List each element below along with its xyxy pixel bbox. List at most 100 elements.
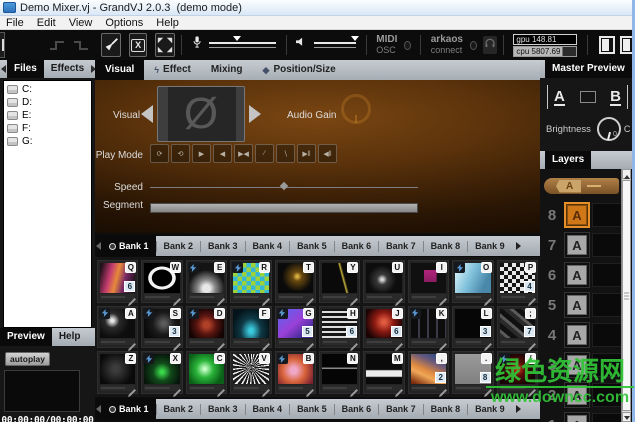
- edge-toggle-button[interactable]: [0, 32, 5, 58]
- ramp-up-button[interactable]: ∕: [255, 144, 274, 163]
- layer-slot[interactable]: [592, 383, 622, 407]
- clear-button[interactable]: X: [129, 33, 147, 57]
- layer-crossfader-button[interactable]: A: [564, 262, 590, 288]
- edit-pencil-icon[interactable]: [217, 384, 225, 392]
- bank-tab-2[interactable]: Bank 2: [157, 236, 201, 256]
- clip-cell-/[interactable]: /: [497, 351, 538, 394]
- edit-pencil-icon[interactable]: [173, 384, 181, 392]
- edit-pencil-icon[interactable]: [262, 293, 270, 301]
- scroll-up-button[interactable]: [622, 169, 631, 179]
- clip-cell-A[interactable]: A: [97, 306, 138, 349]
- edit-pencil-icon[interactable]: [306, 293, 314, 301]
- output-display-a-button[interactable]: [599, 36, 614, 54]
- clip-cell-C[interactable]: C: [186, 351, 227, 394]
- drive-item-c[interactable]: C:: [4, 83, 91, 96]
- edit-pencil-icon[interactable]: [350, 293, 358, 301]
- clip-cell-F[interactable]: F: [230, 306, 271, 349]
- edit-pencil-icon[interactable]: [484, 293, 492, 301]
- clip-cell-E[interactable]: E: [186, 260, 227, 303]
- tab-help[interactable]: Help: [52, 328, 88, 346]
- mic-volume-slider[interactable]: [209, 37, 275, 53]
- visual-thumbnail[interactable]: Ø: [157, 86, 245, 142]
- clip-cell-G[interactable]: G5: [275, 306, 316, 349]
- tab-effects[interactable]: Effects: [44, 60, 91, 78]
- layer-slot[interactable]: [592, 353, 622, 377]
- play-pause-forward-button[interactable]: ▶‖: [297, 144, 316, 163]
- layer-crossfader-button[interactable]: A: [564, 232, 590, 258]
- edit-pencil-icon[interactable]: [528, 293, 536, 301]
- layer-slot[interactable]: [592, 263, 622, 287]
- layers-scrollbar[interactable]: [621, 169, 631, 422]
- ping-pong-button[interactable]: ▶◀: [234, 144, 253, 163]
- layer-crossfader-button[interactable]: A: [564, 352, 590, 378]
- tab-master-preview[interactable]: Master Preview: [545, 60, 632, 78]
- layer-slot[interactable]: [592, 233, 622, 257]
- bank-tab-8[interactable]: Bank 8: [424, 236, 468, 256]
- selected-layer-bar[interactable]: A: [544, 178, 619, 194]
- edit-pencil-icon[interactable]: [484, 384, 492, 392]
- drive-item-f[interactable]: F:: [4, 122, 91, 135]
- clip-cell-T[interactable]: T: [275, 260, 316, 303]
- layer-crossfader-button[interactable]: A: [564, 202, 590, 228]
- menu-help[interactable]: Help: [156, 17, 179, 29]
- master-volume-slider[interactable]: [314, 37, 356, 53]
- loop-backward-button[interactable]: ⟲: [171, 144, 190, 163]
- clip-cell-.[interactable]: .8: [452, 351, 493, 394]
- clip-cell-D[interactable]: D: [186, 306, 227, 349]
- layer-slot[interactable]: [592, 323, 622, 347]
- ramp-down-button[interactable]: ∖: [276, 144, 295, 163]
- bank-tab-5[interactable]: Bank 5: [290, 236, 334, 256]
- bank-tab-3[interactable]: Bank 3: [201, 399, 245, 419]
- clip-cell-N[interactable]: N: [319, 351, 360, 394]
- layer-slot[interactable]: [592, 203, 622, 227]
- bank-tab-9[interactable]: Bank 9: [468, 399, 512, 419]
- menu-options[interactable]: Options: [105, 17, 143, 29]
- segment-bar[interactable]: [150, 203, 418, 213]
- edit-pencil-icon[interactable]: [128, 384, 136, 392]
- play-backward-button[interactable]: ◀: [213, 144, 232, 163]
- drive-item-g[interactable]: G:: [4, 135, 91, 148]
- edit-pencil-icon[interactable]: [395, 384, 403, 392]
- edit-pencil-icon[interactable]: [439, 293, 447, 301]
- headphones-button[interactable]: [483, 36, 497, 54]
- crossfader-handle[interactable]: [580, 91, 596, 103]
- bank-tab-1[interactable]: Bank 1: [102, 236, 156, 256]
- edit-pencil-icon[interactable]: [128, 338, 136, 346]
- loop-forward-button[interactable]: ⟳: [150, 144, 169, 163]
- edit-pencil-icon[interactable]: [395, 293, 403, 301]
- edit-pencil-icon[interactable]: [528, 384, 536, 392]
- clip-cell-L[interactable]: L3: [452, 306, 493, 349]
- tab-layers[interactable]: Layers: [545, 151, 591, 169]
- scroll-down-button[interactable]: [622, 412, 631, 422]
- clip-cell-M[interactable]: M: [363, 351, 404, 394]
- edit-pencil-icon[interactable]: [173, 293, 181, 301]
- bank-scroll-left-icon[interactable]: [96, 405, 101, 413]
- layer-crossfader-button[interactable]: A: [564, 292, 590, 318]
- speed-slider-handle[interactable]: [280, 182, 288, 190]
- clip-cell-;[interactable]: ;7: [497, 306, 538, 349]
- bank-tab-7[interactable]: Bank 7: [379, 236, 423, 256]
- clip-cell-Z[interactable]: Z: [97, 351, 138, 394]
- clip-cell-B[interactable]: B: [275, 351, 316, 394]
- clip-cell-K[interactable]: K: [408, 306, 449, 349]
- transition-up-icon[interactable]: [47, 35, 67, 55]
- layer-crossfader-button[interactable]: A: [564, 322, 590, 348]
- edit-pencil-icon[interactable]: [217, 338, 225, 346]
- bank-tab-6[interactable]: Bank 6: [335, 236, 379, 256]
- edit-pencil-icon[interactable]: [484, 338, 492, 346]
- brightness-knob[interactable]: 0: [597, 117, 621, 141]
- audio-gain-knob[interactable]: [341, 94, 371, 124]
- edit-pencil-icon[interactable]: [306, 338, 314, 346]
- edit-pencil-icon[interactable]: [262, 338, 270, 346]
- midi-indicator[interactable]: [404, 41, 411, 50]
- clip-cell-U[interactable]: U: [363, 260, 404, 303]
- clip-cell-R[interactable]: R: [230, 260, 271, 303]
- tab-effect[interactable]: ϟEffect: [144, 60, 201, 80]
- bank-scroll-left-icon[interactable]: [96, 242, 101, 250]
- tab-position-size[interactable]: ◆Position/Size: [253, 60, 346, 80]
- bank-tab-7[interactable]: Bank 7: [379, 399, 423, 419]
- clean-button[interactable]: [101, 33, 121, 57]
- next-visual-button[interactable]: [249, 105, 261, 123]
- master-crossfader[interactable]: A B: [547, 85, 628, 109]
- layer-crossfader-button[interactable]: A: [564, 382, 590, 408]
